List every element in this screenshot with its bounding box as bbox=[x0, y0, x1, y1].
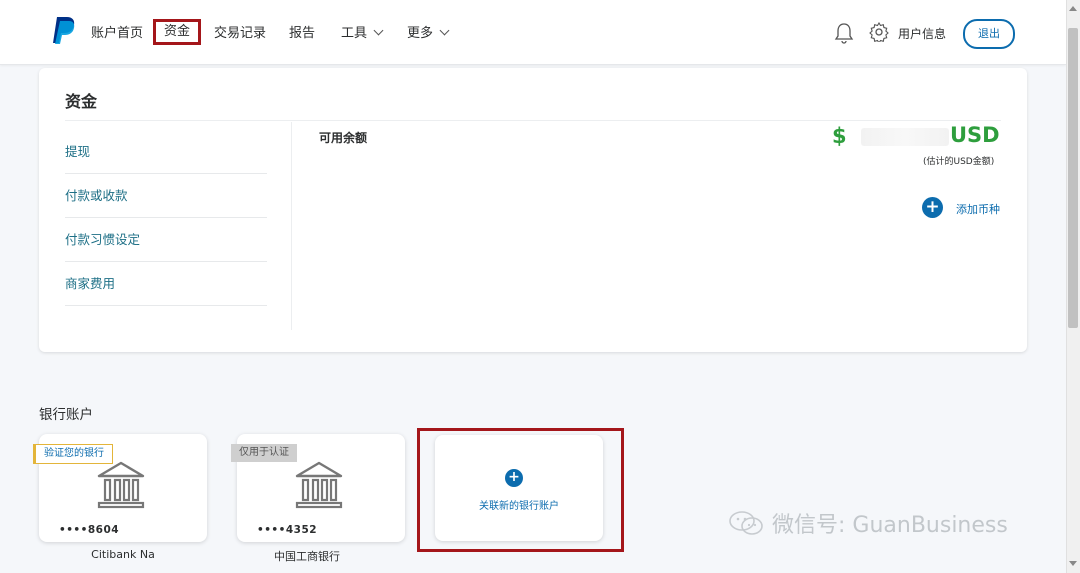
nav-tools-label: 工具 bbox=[341, 26, 368, 41]
watermark-text: 微信号: GuanBusiness bbox=[772, 513, 1008, 538]
sidebar-item-payment-preferences[interactable]: 付款习惯设定 bbox=[65, 219, 267, 262]
plus-circle-icon[interactable]: + bbox=[922, 197, 943, 218]
divider bbox=[291, 122, 292, 330]
account-number-mask: ••••8604 bbox=[59, 524, 120, 536]
divider bbox=[65, 120, 1001, 121]
currency-symbol: $ bbox=[832, 124, 847, 148]
bank-icon bbox=[97, 461, 145, 509]
bank-name-icbc: 中国工商银行 bbox=[274, 550, 340, 563]
chevron-down-icon bbox=[439, 25, 450, 36]
scroll-down-arrow-icon[interactable] bbox=[1069, 561, 1077, 566]
funds-card: 资金 提现 付款或收款 付款习惯设定 商家费用 可用余额 $ USD (估计的U… bbox=[39, 68, 1027, 352]
gear-icon[interactable] bbox=[869, 22, 889, 42]
estimate-note: (估计的USD金额) bbox=[923, 157, 995, 167]
bell-icon[interactable] bbox=[834, 22, 854, 44]
account-number-mask: ••••4352 bbox=[257, 524, 318, 536]
nav-more-label: 更多 bbox=[407, 26, 434, 41]
logout-button[interactable]: 退出 bbox=[963, 19, 1015, 49]
link-new-bank-card[interactable]: + 关联新的银行账户 bbox=[435, 435, 603, 541]
balance-amount-redacted bbox=[861, 128, 949, 146]
bank-card-citibank[interactable]: 验证您的银行 ••••8604 bbox=[33, 434, 207, 542]
paypal-logo[interactable] bbox=[51, 16, 77, 44]
bank-icon bbox=[295, 461, 343, 509]
nav-home[interactable]: 账户首页 bbox=[91, 22, 143, 41]
wechat-icon bbox=[729, 511, 763, 535]
nav-more[interactable]: 更多 bbox=[407, 22, 450, 41]
sidebar-item-merchant-fees[interactable]: 商家费用 bbox=[65, 263, 267, 306]
currency-code: USD bbox=[950, 123, 1000, 147]
link-new-bank-label: 关联新的银行账户 bbox=[479, 501, 559, 512]
chevron-down-icon bbox=[373, 25, 384, 36]
bank-accounts-title: 银行账户 bbox=[39, 407, 93, 423]
nav-funds[interactable]: 资金 bbox=[153, 19, 202, 45]
plus-circle-icon: + bbox=[505, 469, 523, 487]
scroll-up-arrow-icon[interactable] bbox=[1069, 6, 1077, 11]
nav-transactions[interactable]: 交易记录 bbox=[214, 22, 266, 41]
nav-reports[interactable]: 报告 bbox=[289, 22, 315, 41]
nav-tools[interactable]: 工具 bbox=[341, 22, 384, 41]
user-info-link[interactable]: 用户信息 bbox=[898, 25, 946, 42]
sidebar-item-withdraw[interactable]: 提现 bbox=[65, 131, 267, 174]
top-nav: 账户首页 资金 交易记录 报告 工具 更多 用户信息 退出 bbox=[0, 0, 1066, 65]
add-currency-link[interactable]: 添加币种 bbox=[956, 201, 1000, 217]
scrollbar-thumb[interactable] bbox=[1068, 28, 1078, 328]
funds-title: 资金 bbox=[65, 92, 98, 111]
bank-card-icbc[interactable]: 仅用于认证 ••••4352 bbox=[231, 434, 405, 542]
available-balance-label: 可用余额 bbox=[319, 131, 368, 145]
sidebar-item-pay-or-receive[interactable]: 付款或收款 bbox=[65, 175, 267, 218]
bank-name-citibank: Citibank Na bbox=[91, 548, 155, 561]
auth-only-tag: 仅用于认证 bbox=[231, 444, 297, 462]
